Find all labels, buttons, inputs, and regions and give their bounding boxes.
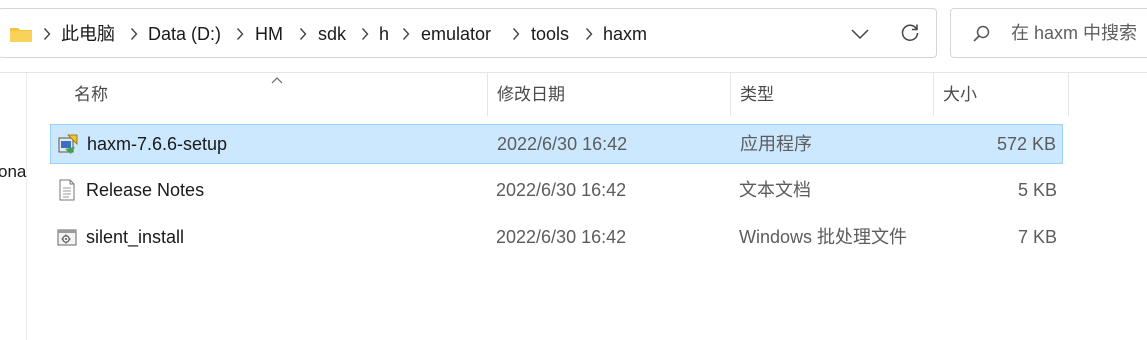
breadcrumb-separator-icon[interactable] bbox=[512, 27, 520, 41]
breadcrumb-tools[interactable]: tools bbox=[531, 9, 569, 59]
navigation-pane-edge[interactable] bbox=[26, 73, 27, 340]
breadcrumb-separator-icon[interactable] bbox=[130, 27, 138, 41]
column-divider[interactable] bbox=[487, 73, 488, 116]
sort-ascending-icon bbox=[270, 72, 284, 84]
file-name[interactable]: Release Notes bbox=[86, 171, 204, 209]
column-header-name[interactable]: 名称 bbox=[74, 73, 108, 116]
column-header-type[interactable]: 类型 bbox=[740, 73, 774, 116]
breadcrumb-hm[interactable]: HM bbox=[255, 9, 283, 59]
breadcrumb-separator-icon[interactable] bbox=[361, 27, 369, 41]
batch-file-icon bbox=[56, 226, 78, 248]
breadcrumb-separator-icon[interactable] bbox=[299, 27, 307, 41]
breadcrumb-emulator[interactable]: emulator bbox=[421, 9, 491, 59]
file-type: 文本文档 bbox=[739, 180, 811, 200]
column-divider[interactable] bbox=[1068, 73, 1069, 116]
breadcrumb-separator-icon[interactable] bbox=[236, 27, 244, 41]
file-row[interactable]: haxm-7.6.6-setup 2022/6/30 16:42 应用程序 57… bbox=[50, 124, 1063, 164]
navigation-pane-item-fragment[interactable]: ona bbox=[0, 162, 26, 182]
breadcrumb-this-pc[interactable]: 此电脑 bbox=[61, 9, 115, 59]
breadcrumb-separator-icon[interactable] bbox=[585, 27, 593, 41]
column-header-date-modified[interactable]: 修改日期 bbox=[497, 73, 565, 116]
column-header-size[interactable]: 大小 bbox=[943, 73, 977, 116]
installer-icon bbox=[57, 133, 79, 155]
file-row[interactable]: silent_install 2022/6/30 16:42 Windows 批… bbox=[50, 218, 1063, 258]
file-type: Windows 批处理文件 bbox=[739, 227, 908, 247]
breadcrumb-haxm[interactable]: haxm bbox=[603, 9, 647, 59]
search-box[interactable]: 在 haxm 中搜索 bbox=[950, 8, 1147, 58]
file-size: 5 KB bbox=[1017, 180, 1057, 200]
address-bar[interactable]: 此电脑 Data (D:) HM sdk h emulator tools ha… bbox=[0, 8, 937, 58]
file-type: 应用程序 bbox=[740, 134, 812, 154]
file-size: 572 KB bbox=[996, 134, 1056, 154]
file-name[interactable]: haxm-7.6.6-setup bbox=[87, 125, 227, 163]
chevron-down-icon[interactable] bbox=[849, 25, 871, 43]
file-date-modified: 2022/6/30 16:42 bbox=[496, 227, 627, 247]
column-divider[interactable] bbox=[933, 73, 934, 116]
breadcrumb-separator-icon[interactable] bbox=[43, 27, 51, 41]
file-row[interactable]: Release Notes 2022/6/30 16:42 文本文档 5 KB bbox=[50, 171, 1063, 211]
breadcrumb-separator-icon[interactable] bbox=[402, 27, 410, 41]
breadcrumb-data-drive[interactable]: Data (D:) bbox=[148, 9, 221, 59]
file-size: 7 KB bbox=[1017, 227, 1057, 247]
file-date-modified: 2022/6/30 16:42 bbox=[497, 134, 628, 154]
column-divider[interactable] bbox=[730, 73, 731, 116]
file-name[interactable]: silent_install bbox=[86, 218, 184, 256]
text-document-icon bbox=[56, 179, 78, 201]
search-icon bbox=[971, 24, 991, 44]
refresh-icon[interactable] bbox=[899, 22, 921, 44]
search-placeholder: 在 haxm 中搜索 bbox=[1011, 23, 1138, 43]
breadcrumb-h[interactable]: h bbox=[379, 9, 389, 59]
breadcrumb-sdk[interactable]: sdk bbox=[318, 9, 346, 59]
file-date-modified: 2022/6/30 16:42 bbox=[496, 180, 627, 200]
folder-icon bbox=[9, 25, 33, 43]
